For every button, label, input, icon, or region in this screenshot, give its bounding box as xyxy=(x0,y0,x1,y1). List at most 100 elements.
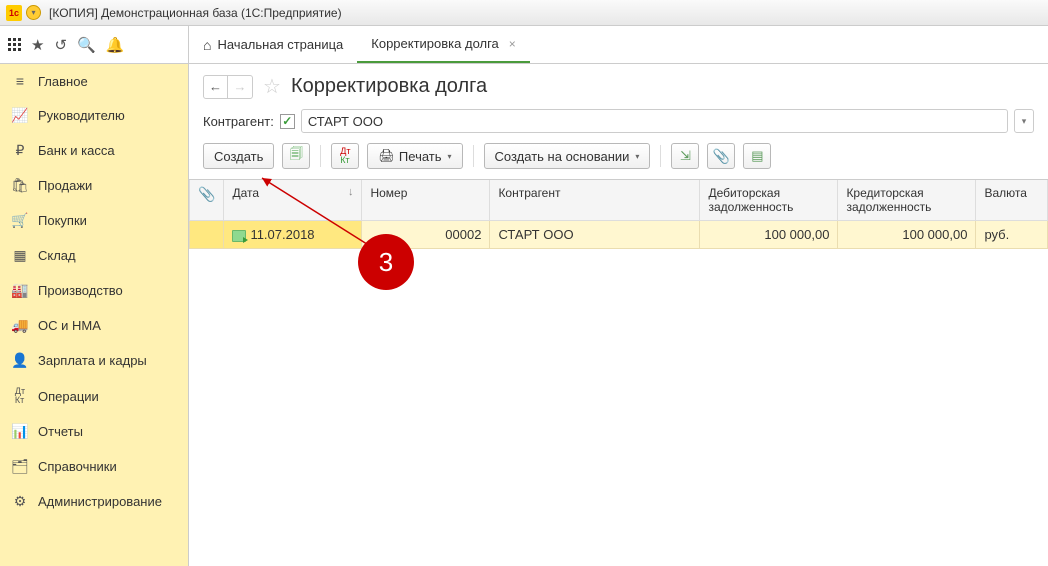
toolbar-separator xyxy=(473,145,474,167)
dtkt-button[interactable]: ДтКт xyxy=(331,143,359,169)
documents-table: 📎 Дата Номер Контрагент Дебиторская задо… xyxy=(189,180,1048,249)
bell-icon[interactable]: 🔔 xyxy=(106,36,125,54)
favorite-star-icon[interactable]: ★ xyxy=(31,36,44,54)
col-debit[interactable]: Дебиторская задолженность xyxy=(700,180,838,221)
filter-row: Контрагент: ✓ СТАРТ ООО ▾ xyxy=(189,109,1048,143)
toolbar: Создать 🗐 ДтКт 🖨 Печать ▾ Создать на основ… xyxy=(189,143,1048,179)
col-currency[interactable]: Валюта xyxy=(976,180,1048,221)
tabs-bar: ⌂ Начальная страница Корректировка долга… xyxy=(189,26,1048,63)
apps-grid-icon[interactable] xyxy=(8,38,21,51)
col-credit[interactable]: Кредиторская задолженность xyxy=(838,180,976,221)
tab-active-label: Корректировка долга xyxy=(371,36,499,51)
create-based-button[interactable]: Создать на основании ▾ xyxy=(484,143,651,169)
col-date[interactable]: Дата xyxy=(224,180,362,221)
topbar-tools: ★ ↺ 🔍 🔔 xyxy=(0,26,189,63)
cell-contractor: СТАРТ ООО xyxy=(490,221,700,249)
sidebar-item-operations[interactable]: ДтКт Операции xyxy=(0,378,188,414)
tab-home-label: Начальная страница xyxy=(217,37,343,52)
page-title: Корректировка долга xyxy=(291,75,487,98)
tab-close-icon[interactable]: × xyxy=(509,37,516,51)
window-title: [КОПИЯ] Демонстрационная база (1С:Предпр… xyxy=(49,6,342,20)
col-attach[interactable]: 📎 xyxy=(190,180,224,221)
factory-icon: 🏭 xyxy=(12,282,28,299)
sidebar-item-purchases[interactable]: 🛒Покупки xyxy=(0,203,188,238)
list-icon: ▤ xyxy=(751,148,763,164)
sidebar-item-main[interactable]: ≡Главное xyxy=(0,64,188,98)
sidebar-item-production[interactable]: 🏭 Производство xyxy=(0,273,188,308)
sidebar-item-label: Справочники xyxy=(38,459,117,474)
document-posted-icon xyxy=(232,230,246,242)
sidebar-item-sales[interactable]: 🛍Продажи xyxy=(0,168,188,203)
structure-icon: ⇲ xyxy=(680,148,691,164)
chevron-down-icon: ▾ xyxy=(448,152,452,161)
col-contractor[interactable]: Контрагент xyxy=(490,180,700,221)
print-button[interactable]: 🖨 Печать ▾ xyxy=(367,143,462,169)
sidebar-item-label: Банк и касса xyxy=(38,143,115,158)
search-icon[interactable]: 🔍 xyxy=(77,36,96,54)
ruble-icon: ₽ xyxy=(12,142,28,159)
cell-currency: руб. xyxy=(976,221,1048,249)
sidebar: ≡Главное 📈 Руководителю ₽ Банк и касса 🛍Пр… xyxy=(0,64,189,566)
chevron-down-icon: ▾ xyxy=(635,152,639,161)
chart-up-icon: 📈 xyxy=(12,107,28,124)
folder-icon: 🗂 xyxy=(12,458,28,475)
table-container: 📎 Дата Номер Контрагент Дебиторская задо… xyxy=(189,179,1048,249)
sidebar-item-reports[interactable]: 📊Отчеты xyxy=(0,414,188,449)
window-titlebar: 1c ▾ [КОПИЯ] Демонстрационная база (1С:П… xyxy=(0,0,1048,26)
nav-buttons: ← → xyxy=(203,75,253,99)
tab-debt-correction[interactable]: Корректировка долга × xyxy=(357,26,530,63)
menu-icon: ≡ xyxy=(12,73,28,89)
filter-label: Контрагент: xyxy=(203,114,274,129)
dtkt-icon: ДтКт xyxy=(12,387,28,405)
copy-button[interactable]: 🗐 xyxy=(282,143,310,169)
sidebar-item-salary[interactable]: 👤Зарплата и кадры xyxy=(0,343,188,378)
sidebar-item-label: Операции xyxy=(38,389,99,404)
filter-checkbox[interactable]: ✓ xyxy=(280,114,295,129)
nav-forward-button[interactable]: → xyxy=(228,76,252,98)
list-button[interactable]: ▤ xyxy=(743,143,771,169)
sidebar-item-label: Руководителю xyxy=(38,108,125,123)
cell-attach xyxy=(190,221,224,249)
copy-icon: 🗐 xyxy=(290,145,303,167)
sidebar-item-admin[interactable]: ⚙ Администрирование xyxy=(0,484,188,519)
attach-button[interactable]: 📎 xyxy=(707,143,735,169)
content-area: ← → ☆ Корректировка долга Контрагент: ✓ … xyxy=(189,64,1048,566)
create-label: Создать xyxy=(214,149,263,164)
sidebar-item-bank[interactable]: ₽ Банк и касса xyxy=(0,133,188,168)
paperclip-icon: 📎 xyxy=(713,148,730,165)
create-button[interactable]: Создать xyxy=(203,143,274,169)
person-icon: 👤 xyxy=(12,352,28,369)
sidebar-item-assets[interactable]: 🚚ОС и НМА xyxy=(0,308,188,343)
main-area: ≡Главное 📈 Руководителю ₽ Банк и касса 🛍Пр… xyxy=(0,64,1048,566)
sidebar-item-label: Администрирование xyxy=(38,494,162,509)
filter-dropdown-button[interactable]: ▾ xyxy=(1014,109,1034,133)
titlebar-dropdown-icon[interactable]: ▾ xyxy=(26,5,41,20)
table-row[interactable]: 11.07.2018 00002 СТАРТ ООО 100 000,00 10… xyxy=(190,221,1048,249)
filter-contractor-input[interactable]: СТАРТ ООО xyxy=(301,109,1008,133)
nav-back-button[interactable]: ← xyxy=(204,76,228,98)
structure-button[interactable]: ⇲ xyxy=(671,143,699,169)
sidebar-item-catalogs[interactable]: 🗂 Справочники xyxy=(0,449,188,484)
history-icon[interactable]: ↺ xyxy=(54,36,67,54)
table-header-row: 📎 Дата Номер Контрагент Дебиторская задо… xyxy=(190,180,1048,221)
paperclip-icon: 📎 xyxy=(198,186,215,202)
dtkt-icon: ДтКт xyxy=(340,147,350,165)
toolbar-separator xyxy=(320,145,321,167)
gear-icon: ⚙ xyxy=(12,493,28,510)
favorite-page-icon[interactable]: ☆ xyxy=(263,74,281,99)
printer-icon: 🖨 xyxy=(378,148,395,164)
create-based-label: Создать на основании xyxy=(495,149,630,164)
chevron-down-icon: ▾ xyxy=(1015,110,1033,132)
home-icon: ⌂ xyxy=(203,37,211,53)
filter-value: СТАРТ ООО xyxy=(308,114,383,129)
tab-home[interactable]: ⌂ Начальная страница xyxy=(189,26,357,63)
print-label: Печать xyxy=(399,149,442,164)
cell-debit: 100 000,00 xyxy=(700,221,838,249)
col-number[interactable]: Номер xyxy=(362,180,490,221)
sidebar-item-manager[interactable]: 📈 Руководителю xyxy=(0,98,188,133)
sidebar-item-warehouse[interactable]: ▦Склад xyxy=(0,238,188,273)
toolbar-separator xyxy=(660,145,661,167)
boxes-icon: ▦ xyxy=(12,247,28,264)
sidebar-item-label: Производство xyxy=(38,283,123,298)
bars-icon: 📊 xyxy=(12,423,28,440)
